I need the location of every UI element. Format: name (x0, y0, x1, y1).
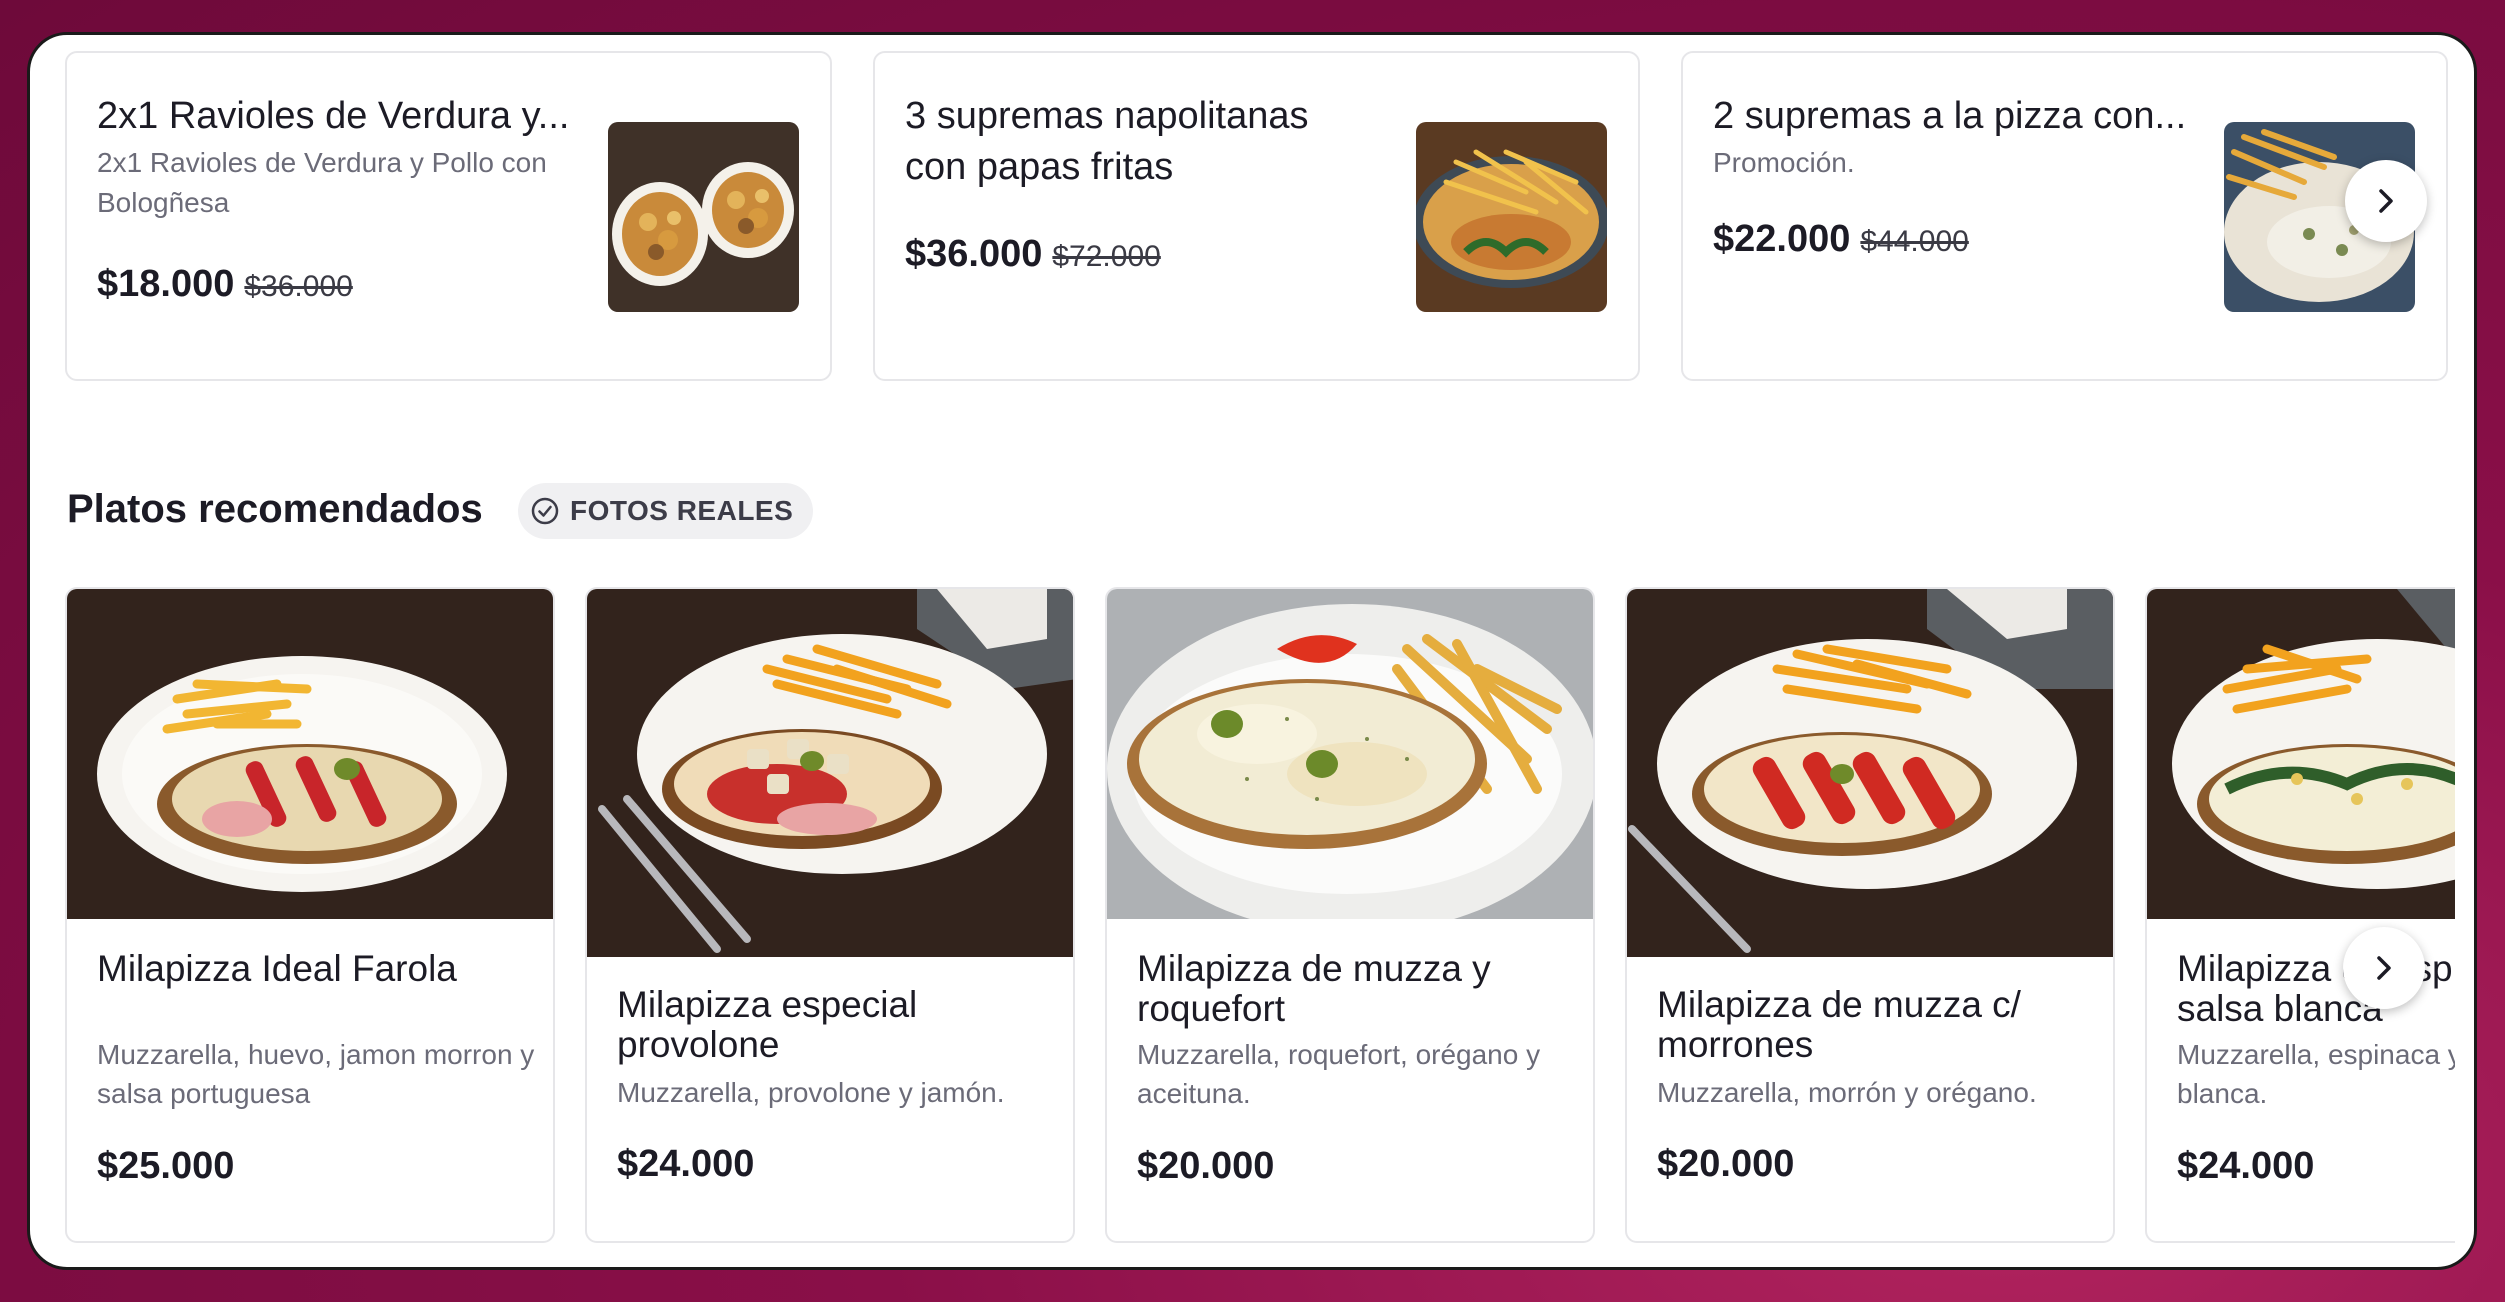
chevron-right-icon (2379, 189, 2393, 213)
dish-price: $25.000 (97, 1145, 235, 1187)
promo-image-supremas (1416, 122, 1607, 312)
promotions-carousel: 2x1 Ravioles de Verdura y... 2x1 Raviole… (65, 51, 2455, 381)
promo-title: 3 supremas napolitanas con papas fritas (905, 95, 1309, 188)
current-price: $18.000 (97, 263, 235, 305)
promo-title: 2 supremas a la pizza con... (1713, 95, 2187, 137)
dish-image (67, 589, 553, 919)
recommended-next-button[interactable] (2343, 927, 2425, 1009)
chevron-right-icon (2377, 956, 2391, 980)
section-title: Platos recomendados (67, 487, 483, 531)
dish-card[interactable]: Milapizza de muzza c/ morrones Muzzarell… (1625, 587, 2115, 1243)
dish-description: Muzzarella, espinaca y salsa blanca. (2177, 1039, 2455, 1109)
promo-description: Promoción. (1713, 147, 1855, 178)
dish-price: $20.000 (1137, 1145, 1275, 1187)
dish-image (2147, 589, 2455, 919)
dish-name: Milapizza Ideal Farola (97, 948, 457, 989)
current-price: $36.000 (905, 233, 1043, 275)
dish-name: Milapizza de muzza c/ morrones (1657, 984, 2021, 1065)
dish-image (1107, 589, 1593, 934)
current-price: $22.000 (1713, 218, 1851, 260)
promo-card[interactable]: 2x1 Ravioles de Verdura y... 2x1 Raviole… (65, 51, 832, 381)
promo-description: 2x1 Ravioles de Verdura y Pollo con Bolo… (97, 147, 547, 218)
app-window: 2x1 Ravioles de Verdura y... 2x1 Raviole… (27, 32, 2477, 1270)
dish-description: Muzzarella, morrón y orégano. (1657, 1077, 2037, 1108)
promo-price: $22.000 $44.000 (1713, 218, 1969, 261)
real-photos-badge: FOTOS REALES (518, 483, 814, 539)
dish-name: Milapizza especial provolone (617, 984, 918, 1065)
dish-description: Muzzarella, roquefort, orégano y aceitun… (1137, 1039, 1541, 1109)
dish-name: Milapizza de muzza y roquefort (1137, 948, 1491, 1029)
old-price: $72.000 (1052, 240, 1161, 273)
dish-price: $24.000 (617, 1143, 755, 1185)
promotions-next-button[interactable] (2345, 160, 2427, 242)
promo-image-ravioles (608, 122, 799, 312)
old-price: $44.000 (1860, 225, 1969, 258)
dish-description: Muzzarella, provolone y jamón. (617, 1077, 1005, 1108)
badge-label: FOTOS REALES (570, 495, 794, 526)
promo-price: $18.000 $36.000 (97, 263, 353, 306)
dish-card[interactable]: Milapizza Ideal Farola Muzzarella, huevo… (65, 587, 555, 1243)
promo-card[interactable]: 2 supremas a la pizza con... Promoción. … (1681, 51, 2448, 381)
promo-price: $36.000 $72.000 (905, 233, 1161, 276)
dish-price: $24.000 (2177, 1145, 2315, 1187)
dish-image (1627, 589, 2113, 957)
old-price: $36.000 (244, 270, 353, 303)
dish-card[interactable]: Milapizza especial provolone Muzzarella,… (585, 587, 1075, 1243)
dish-price: $20.000 (1657, 1143, 1795, 1185)
recommended-carousel: Milapizza Ideal Farola Muzzarella, huevo… (65, 587, 2455, 1267)
promo-title: 2x1 Ravioles de Verdura y... (97, 95, 570, 137)
dish-card[interactable]: Milapizza de espinaca c/ salsa blanca Mu… (2145, 587, 2455, 1243)
dish-image (587, 589, 1073, 957)
check-circle-icon (531, 497, 559, 525)
dish-description: Muzzarella, huevo, jamon morron y salsa … (97, 1039, 535, 1109)
dish-card[interactable]: Milapizza de muzza y roquefort Muzzarell… (1105, 587, 1595, 1243)
promo-card[interactable]: 3 supremas napolitanas con papas fritas … (873, 51, 1640, 381)
